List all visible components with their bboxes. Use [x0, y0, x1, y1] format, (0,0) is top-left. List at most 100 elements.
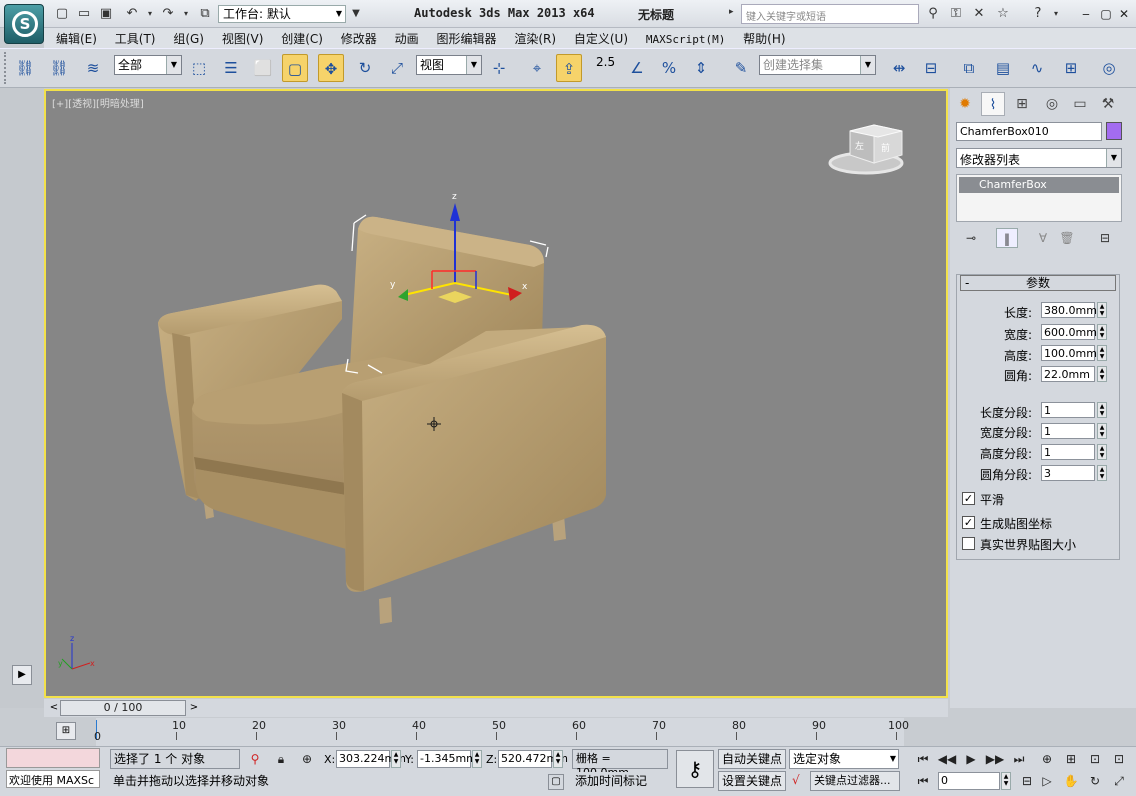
- menu-help[interactable]: 帮助(H): [743, 28, 785, 47]
- menu-customize[interactable]: 自定义(U): [574, 28, 628, 47]
- rollout-collapse-toggle[interactable]: -: [965, 276, 969, 290]
- save-file-icon[interactable]: ▣: [98, 6, 114, 22]
- unlink-selection-icon[interactable]: ⛓: [46, 54, 72, 82]
- create-tab-icon[interactable]: ✹: [953, 92, 977, 116]
- help-icon[interactable]: ?: [1030, 6, 1046, 22]
- menu-graph-editors[interactable]: 图形编辑器: [436, 28, 496, 47]
- modifier-list-dropdown[interactable]: 修改器列表 ▼: [956, 148, 1122, 168]
- perspective-viewport[interactable]: [+][透视][明暗处理] 左 前 z y x z x y: [44, 89, 948, 698]
- modifier-stack[interactable]: ChamferBox: [956, 174, 1122, 222]
- fillet-segs-spinner[interactable]: ▲ ▼: [1097, 465, 1107, 481]
- rectangular-selection-icon[interactable]: ⬜: [250, 54, 276, 82]
- time-tag-icon[interactable]: ▢: [548, 774, 564, 790]
- select-object-icon[interactable]: ⬚: [186, 54, 212, 82]
- subscription-key-icon[interactable]: ⚿: [948, 6, 964, 22]
- selection-filter-dropdown[interactable]: 全部 ▼: [114, 55, 182, 75]
- binoculars-search-icon[interactable]: ⚲: [925, 6, 941, 22]
- workspace-dropdown[interactable]: 工作台: 默认 ▼: [218, 5, 346, 23]
- smooth-checkbox[interactable]: ✓: [962, 492, 975, 505]
- menu-tools[interactable]: 工具(T): [115, 28, 156, 47]
- minimize-button[interactable]: ‒: [1078, 6, 1094, 22]
- generate-mapping-checkbox[interactable]: ✓: [962, 516, 975, 529]
- menu-animation[interactable]: 动画: [395, 28, 419, 47]
- fillet-input[interactable]: 22.0mm: [1041, 366, 1095, 382]
- keyboard-shortcut-override-icon[interactable]: ⇪: [556, 54, 582, 82]
- real-world-map-checkbox[interactable]: [962, 537, 975, 550]
- go-to-end-icon[interactable]: ⏭: [1008, 750, 1030, 768]
- set-key-button[interactable]: 设置关键点: [718, 771, 786, 791]
- time-slider-prev-icon[interactable]: <: [48, 700, 60, 716]
- select-and-link-icon[interactable]: ⛓: [12, 54, 38, 82]
- utilities-tab-icon[interactable]: ⚒: [1096, 92, 1120, 116]
- zoom-extents-all-icon[interactable]: ⊡: [1108, 750, 1130, 768]
- menu-rendering[interactable]: 渲染(R): [514, 28, 556, 47]
- absolute-mode-icon[interactable]: ⊕: [296, 750, 318, 768]
- bind-to-space-warp-icon[interactable]: ≋: [80, 54, 106, 82]
- menu-create[interactable]: 创建(C): [281, 28, 323, 47]
- window-crossing-icon[interactable]: ▢: [282, 54, 308, 82]
- length-spinner[interactable]: ▲ ▼: [1097, 302, 1107, 318]
- y-coordinate-input[interactable]: -1.345mm: [417, 750, 477, 768]
- field-of-view-icon[interactable]: ▷: [1036, 772, 1058, 790]
- menu-views[interactable]: 视图(V): [222, 28, 264, 47]
- align-icon[interactable]: ⊟: [918, 54, 944, 82]
- toggle-ribbon-icon[interactable]: ▤: [990, 54, 1016, 82]
- customize-quick-access-icon[interactable]: ▼: [348, 6, 364, 22]
- use-pivot-center-icon[interactable]: ⊹: [486, 54, 512, 82]
- previous-frame-icon[interactable]: ◀◀: [936, 750, 958, 768]
- current-frame-input[interactable]: 0: [938, 772, 1000, 790]
- width-spinner[interactable]: ▲ ▼: [1097, 324, 1107, 340]
- x-coordinate-input[interactable]: 303.224mm: [336, 750, 406, 768]
- menu-edit[interactable]: 编辑(E): [56, 28, 97, 47]
- x-spinner[interactable]: ▲ ▼: [391, 750, 401, 768]
- menu-group[interactable]: 组(G): [173, 28, 204, 47]
- named-selection-dropdown[interactable]: 创建选择集 ▼: [759, 55, 876, 75]
- length-segs-spinner[interactable]: ▲ ▼: [1097, 402, 1107, 418]
- orbit-icon[interactable]: ↻: [1084, 772, 1106, 790]
- pan-view-icon[interactable]: ✋: [1060, 772, 1082, 790]
- zoom-all-icon[interactable]: ⊞: [1060, 750, 1082, 768]
- maxscript-mini-listener[interactable]: 欢迎使用 MAXSc: [6, 770, 100, 788]
- display-tab-icon[interactable]: ▭: [1068, 92, 1092, 116]
- app-logo-button[interactable]: S: [4, 4, 44, 44]
- toolbar-grip[interactable]: [4, 52, 8, 84]
- go-to-start-icon[interactable]: ⏮: [912, 750, 934, 768]
- mini-curve-editor-icon[interactable]: ⊞: [56, 722, 76, 740]
- hierarchy-tab-icon[interactable]: ⊞: [1010, 92, 1034, 116]
- mirror-icon[interactable]: ⇹: [886, 54, 912, 82]
- menu-modifiers[interactable]: 修改器: [341, 28, 377, 47]
- select-and-manipulate-icon[interactable]: ⌖: [524, 54, 550, 82]
- object-name-input[interactable]: ChamferBox010: [956, 122, 1102, 141]
- remove-modifier-icon[interactable]: 🗑︎: [1056, 228, 1078, 248]
- favorites-star-icon[interactable]: ☆: [995, 6, 1011, 22]
- time-configuration-icon[interactable]: ⊟: [1016, 772, 1038, 790]
- object-color-swatch[interactable]: [1106, 122, 1122, 140]
- zoom-extents-icon[interactable]: ⊡: [1084, 750, 1106, 768]
- modify-tab-icon[interactable]: ⌇: [981, 92, 1005, 116]
- search-input[interactable]: 键入关键字或短语: [741, 4, 919, 24]
- isolate-selection-icon[interactable]: ⚲: [244, 750, 266, 768]
- time-slider-next-icon[interactable]: >: [188, 700, 200, 716]
- maxscript-listener-box[interactable]: [6, 748, 100, 768]
- set-key-icon[interactable]: ⚷: [676, 750, 714, 788]
- next-frame-icon[interactable]: ▶▶: [984, 750, 1006, 768]
- reference-coordinate-dropdown[interactable]: 视图 ▼: [416, 55, 482, 75]
- percent-snap-toggle-icon[interactable]: %: [656, 54, 682, 82]
- modifier-stack-item[interactable]: ChamferBox: [959, 177, 1119, 193]
- width-input[interactable]: 600.0mm: [1041, 324, 1097, 340]
- height-segs-input[interactable]: 1: [1041, 444, 1095, 460]
- menu-maxscript[interactable]: MAXScript(M): [646, 31, 725, 46]
- redo-icon[interactable]: ↷: [160, 6, 176, 22]
- height-input[interactable]: 100.0mm: [1041, 345, 1097, 361]
- length-input[interactable]: 380.0mm: [1041, 302, 1097, 318]
- select-by-name-icon[interactable]: ☰: [218, 54, 244, 82]
- layer-manager-icon[interactable]: ⧉: [956, 54, 982, 82]
- angle-snap-toggle-icon[interactable]: ∠: [624, 54, 650, 82]
- select-and-rotate-icon[interactable]: ↻: [352, 54, 378, 82]
- viewcube[interactable]: 左 前: [828, 124, 904, 175]
- play-icon[interactable]: ▶: [960, 750, 982, 768]
- pin-stack-icon[interactable]: ⊸: [960, 228, 982, 248]
- key-filters-button[interactable]: 关键点过滤器...: [810, 771, 900, 791]
- project-folder-icon[interactable]: ⧉: [197, 6, 213, 22]
- search-expand-icon[interactable]: ▸: [729, 7, 734, 17]
